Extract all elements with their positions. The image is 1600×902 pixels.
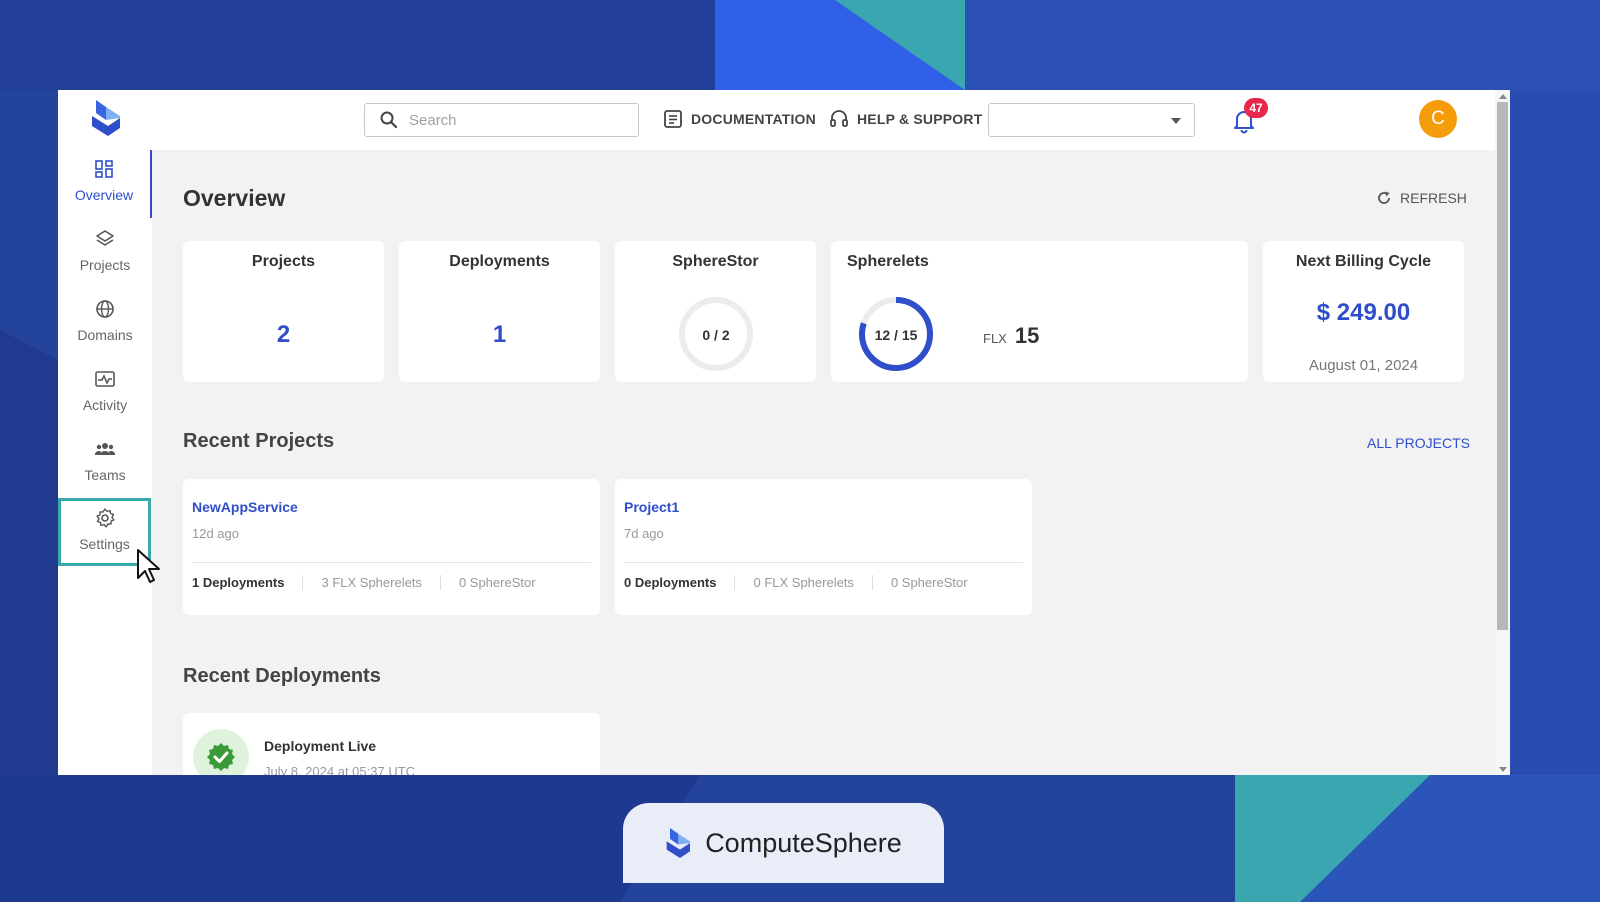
layers-icon: [96, 230, 114, 246]
documentation-label: DOCUMENTATION: [691, 111, 816, 127]
search-box[interactable]: [364, 103, 639, 137]
scrollbar-thumb[interactable]: [1497, 102, 1508, 630]
logo-icon: [666, 828, 691, 858]
document-icon: [664, 110, 682, 128]
project-spherestor: 0 SphereStor: [890, 575, 968, 590]
sidebar-item-activity[interactable]: Activity: [58, 360, 152, 428]
project-stats: 0 Deployments 0 FLX Spherelets 0 SphereS…: [624, 575, 1004, 590]
deployment-title: Deployment Live: [264, 738, 377, 754]
sidebar-item-label: Overview: [74, 187, 134, 203]
deployment-time: July 8, 2024 at 05:37 UTC: [264, 764, 416, 775]
project-spherelets: 0 FLX Spherelets: [753, 575, 873, 590]
stat-card-billing[interactable]: Next Billing Cycle $ 249.00 August 01, 2…: [1263, 241, 1464, 382]
refresh-icon: [1378, 191, 1390, 204]
help-support-link[interactable]: HELP & SUPPORT: [828, 108, 982, 130]
sidebar-item-domains[interactable]: Domains: [58, 290, 152, 358]
stat-value: 1: [492, 321, 507, 348]
project-name-link[interactable]: Project1: [624, 499, 679, 515]
billing-date: August 01, 2024: [1308, 357, 1419, 374]
mouse-cursor-icon: [137, 549, 160, 583]
project-spherestor: 0 SphereStor: [458, 575, 536, 590]
project-card[interactable]: Project1 7d ago 0 Deployments 0 FLX Sphe…: [615, 479, 1032, 615]
flx-label: FLX: [983, 331, 1007, 346]
sidebar-item-label: Activity: [82, 397, 128, 413]
sidebar-item-label: Teams: [84, 467, 126, 483]
project-spherelets: 3 FLX Spherelets: [321, 575, 441, 590]
activity-icon: [95, 371, 115, 387]
documentation-link[interactable]: DOCUMENTATION: [662, 108, 816, 130]
main-content: Overview REFRESH Projects 2 Deployments …: [152, 150, 1495, 775]
sidebar-item-label: Projects: [79, 257, 131, 273]
stat-title: SphereStor: [672, 253, 759, 270]
flx-value: 15: [1014, 323, 1040, 348]
brand-name: ComputeSphere: [705, 827, 902, 858]
deployment-status: [193, 729, 249, 775]
avatar[interactable]: C: [1419, 100, 1457, 138]
chevron-down-icon: [1171, 118, 1181, 124]
deployment-card[interactable]: Deployment Live July 8, 2024 at 05:37 UT…: [183, 713, 600, 775]
logo-icon[interactable]: [90, 98, 126, 138]
gear-icon: [95, 508, 115, 528]
all-projects-link[interactable]: ALL PROJECTS: [1367, 435, 1470, 451]
footer-brand-tab: ComputeSphere: [623, 803, 944, 883]
app-window: DOCUMENTATION HELP & SUPPORT 47 C: [58, 90, 1510, 775]
refresh-label: REFRESH: [1400, 190, 1467, 206]
recent-deployments-title: Recent Deployments: [183, 665, 381, 687]
team-icon: [94, 443, 116, 455]
stat-title: Projects: [251, 253, 316, 270]
project-time: 7d ago: [624, 526, 664, 541]
billing-amount: $ 249.00: [1316, 299, 1411, 326]
scroll-up-icon[interactable]: [1499, 94, 1507, 99]
stat-card-deployments[interactable]: Deployments 1: [399, 241, 600, 382]
help-support-label: HELP & SUPPORT: [857, 111, 983, 127]
dashboard-icon: [95, 160, 113, 178]
project-card[interactable]: NewAppService 12d ago 1 Deployments 3 FL…: [183, 479, 600, 615]
refresh-button[interactable]: REFRESH: [1376, 190, 1467, 206]
headset-icon: [830, 110, 848, 127]
spherestor-ring-label: 0 / 2: [702, 327, 730, 343]
page-title: Overview: [183, 185, 286, 211]
stat-card-projects[interactable]: Projects 2: [183, 241, 384, 382]
verified-check-icon: [207, 743, 235, 771]
project-stats: 1 Deployments 3 FLX Spherelets 0 SphereS…: [192, 575, 572, 590]
stat-card-spherestor[interactable]: SphereStor 0 / 2: [615, 241, 816, 382]
project-deployments: 1 Deployments: [192, 575, 304, 590]
stat-title: Next Billing Cycle: [1295, 253, 1432, 270]
project-deployments: 0 Deployments: [624, 575, 736, 590]
top-bar: DOCUMENTATION HELP & SUPPORT 47 C: [58, 90, 1495, 150]
project-time: 12d ago: [192, 526, 239, 541]
globe-icon: [96, 300, 114, 318]
sidebar-item-teams[interactable]: Teams: [58, 430, 152, 498]
sidebar-item-projects[interactable]: Projects: [58, 220, 152, 288]
sidebar: Overview Projects Domains Activity Teams…: [58, 150, 152, 775]
scrollbar[interactable]: [1495, 90, 1510, 775]
recent-projects-title: Recent Projects: [183, 430, 335, 452]
workspace-select[interactable]: [988, 103, 1195, 137]
stat-title: Deployments: [449, 253, 550, 270]
stat-title: Spherelets: [847, 253, 929, 270]
divider: [192, 562, 591, 563]
search-icon: [380, 111, 398, 129]
flx-stat: FLX 15: [983, 323, 1039, 349]
notification-badge: 47: [1244, 98, 1268, 118]
scroll-down-icon[interactable]: [1499, 767, 1507, 772]
project-name-link[interactable]: NewAppService: [192, 499, 298, 515]
stat-value: 2: [276, 321, 291, 348]
stat-card-spherelets[interactable]: Spherelets 12 / 15 FLX 15: [831, 241, 1248, 382]
search-input[interactable]: [409, 111, 609, 129]
divider: [624, 562, 1023, 563]
sidebar-item-overview[interactable]: Overview: [58, 150, 152, 218]
sidebar-item-label: Settings: [79, 536, 130, 552]
spherelets-ring-label: 12 / 15: [874, 327, 918, 343]
sidebar-item-label: Domains: [77, 327, 133, 343]
